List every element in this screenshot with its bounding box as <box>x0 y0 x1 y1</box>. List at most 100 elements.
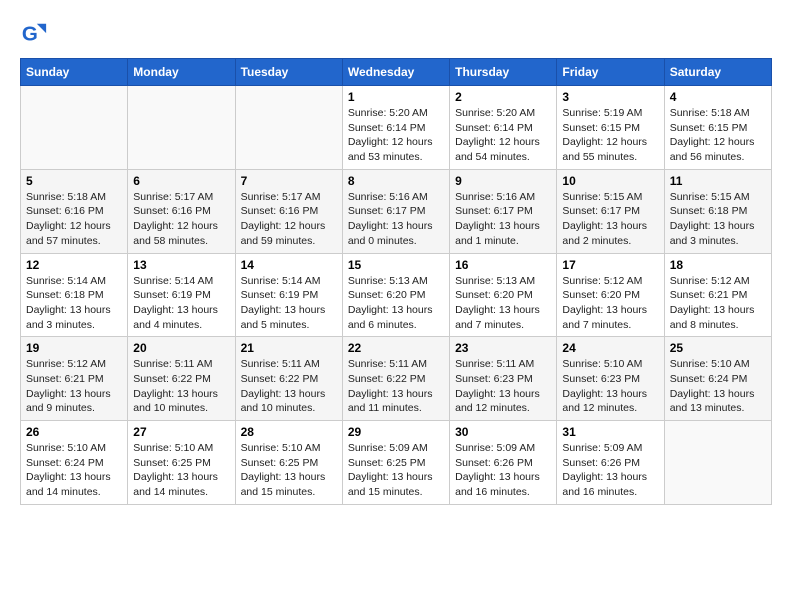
calendar-cell: 26 Sunrise: 5:10 AM Sunset: 6:24 PM Dayli… <box>21 421 128 505</box>
day-number: 7 <box>241 174 337 188</box>
calendar-cell: 29Sunrise: 5:09 AM Sunset: 6:25 PM Dayli… <box>342 421 449 505</box>
calendar-cell: 22 Sunrise: 5:11 AM Sunset: 6:22 PM Dayli… <box>342 337 449 421</box>
calendar-week-row: 26 Sunrise: 5:10 AM Sunset: 6:24 PM Dayli… <box>21 421 772 505</box>
calendar-cell: 15 Sunrise: 5:13 AM Sunset: 6:20 PM Dayli… <box>342 253 449 337</box>
calendar-cell: 31 Sunrise: 5:09 AM Sunset: 6:26 PM Dayli… <box>557 421 664 505</box>
day-number: 27 <box>133 425 229 439</box>
day-number: 26 <box>26 425 122 439</box>
day-info: Sunrise: 5:14 AM Sunset: 6:19 PM Dayligh… <box>133 274 229 333</box>
calendar-cell: 1 Sunrise: 5:20 AM Sunset: 6:14 PM Daylig… <box>342 86 449 170</box>
svg-text:G: G <box>22 23 38 46</box>
calendar-cell: 23 Sunrise: 5:11 AM Sunset: 6:23 PM Dayli… <box>450 337 557 421</box>
day-info: Sunrise: 5:11 AM Sunset: 6:22 PM Dayligh… <box>241 357 337 416</box>
day-info: Sunrise: 5:18 AM Sunset: 6:16 PM Dayligh… <box>26 190 122 249</box>
calendar-cell: 19 Sunrise: 5:12 AM Sunset: 6:21 PM Dayli… <box>21 337 128 421</box>
day-info: Sunrise: 5:15 AM Sunset: 6:18 PM Dayligh… <box>670 190 766 249</box>
calendar-cell: 10 Sunrise: 5:15 AM Sunset: 6:17 PM Dayli… <box>557 169 664 253</box>
day-number: 9 <box>455 174 551 188</box>
day-header-wednesday: Wednesday <box>342 59 449 86</box>
day-info: Sunrise: 5:12 AM Sunset: 6:21 PM Dayligh… <box>26 357 122 416</box>
day-header-tuesday: Tuesday <box>235 59 342 86</box>
day-info: Sunrise: 5:12 AM Sunset: 6:21 PM Dayligh… <box>670 274 766 333</box>
day-number: 10 <box>562 174 658 188</box>
calendar-cell: 11 Sunrise: 5:15 AM Sunset: 6:18 PM Dayli… <box>664 169 771 253</box>
day-info: Sunrise: 5:10 AM Sunset: 6:23 PM Dayligh… <box>562 357 658 416</box>
day-number: 4 <box>670 90 766 104</box>
day-number: 3 <box>562 90 658 104</box>
day-number: 19 <box>26 341 122 355</box>
calendar-cell: 25 Sunrise: 5:10 AM Sunset: 6:24 PM Dayli… <box>664 337 771 421</box>
day-info: Sunrise: 5:17 AM Sunset: 6:16 PM Dayligh… <box>133 190 229 249</box>
day-number: 16 <box>455 258 551 272</box>
calendar-cell: 9Sunrise: 5:16 AM Sunset: 6:17 PM Daylig… <box>450 169 557 253</box>
calendar-cell <box>128 86 235 170</box>
day-info: Sunrise: 5:09 AM Sunset: 6:26 PM Dayligh… <box>562 441 658 500</box>
page-header: G <box>20 20 772 48</box>
calendar-cell: 30 Sunrise: 5:09 AM Sunset: 6:26 PM Dayli… <box>450 421 557 505</box>
day-info: Sunrise: 5:10 AM Sunset: 6:24 PM Dayligh… <box>670 357 766 416</box>
day-number: 14 <box>241 258 337 272</box>
calendar-cell: 4Sunrise: 5:18 AM Sunset: 6:15 PM Daylig… <box>664 86 771 170</box>
day-info: Sunrise: 5:13 AM Sunset: 6:20 PM Dayligh… <box>455 274 551 333</box>
day-info: Sunrise: 5:17 AM Sunset: 6:16 PM Dayligh… <box>241 190 337 249</box>
day-number: 1 <box>348 90 444 104</box>
calendar-cell <box>664 421 771 505</box>
day-header-thursday: Thursday <box>450 59 557 86</box>
calendar-cell: 20Sunrise: 5:11 AM Sunset: 6:22 PM Dayli… <box>128 337 235 421</box>
calendar-cell: 3 Sunrise: 5:19 AM Sunset: 6:15 PM Daylig… <box>557 86 664 170</box>
calendar-cell: 16 Sunrise: 5:13 AM Sunset: 6:20 PM Dayli… <box>450 253 557 337</box>
calendar-cell: 5 Sunrise: 5:18 AM Sunset: 6:16 PM Daylig… <box>21 169 128 253</box>
day-number: 17 <box>562 258 658 272</box>
day-info: Sunrise: 5:10 AM Sunset: 6:24 PM Dayligh… <box>26 441 122 500</box>
day-number: 6 <box>133 174 229 188</box>
day-number: 28 <box>241 425 337 439</box>
day-info: Sunrise: 5:11 AM Sunset: 6:22 PM Dayligh… <box>133 357 229 416</box>
day-info: Sunrise: 5:19 AM Sunset: 6:15 PM Dayligh… <box>562 106 658 165</box>
day-number: 22 <box>348 341 444 355</box>
calendar-cell: 17 Sunrise: 5:12 AM Sunset: 6:20 PM Dayli… <box>557 253 664 337</box>
day-number: 8 <box>348 174 444 188</box>
calendar-cell <box>235 86 342 170</box>
day-number: 11 <box>670 174 766 188</box>
calendar-cell: 27Sunrise: 5:10 AM Sunset: 6:25 PM Dayli… <box>128 421 235 505</box>
calendar-cell: 13 Sunrise: 5:14 AM Sunset: 6:19 PM Dayli… <box>128 253 235 337</box>
day-number: 29 <box>348 425 444 439</box>
calendar-week-row: 19 Sunrise: 5:12 AM Sunset: 6:21 PM Dayli… <box>21 337 772 421</box>
day-number: 2 <box>455 90 551 104</box>
day-number: 24 <box>562 341 658 355</box>
calendar-cell: 28 Sunrise: 5:10 AM Sunset: 6:25 PM Dayli… <box>235 421 342 505</box>
day-header-sunday: Sunday <box>21 59 128 86</box>
day-info: Sunrise: 5:09 AM Sunset: 6:26 PM Dayligh… <box>455 441 551 500</box>
calendar-cell: 24 Sunrise: 5:10 AM Sunset: 6:23 PM Dayli… <box>557 337 664 421</box>
day-header-saturday: Saturday <box>664 59 771 86</box>
day-number: 15 <box>348 258 444 272</box>
calendar-cell: 6 Sunrise: 5:17 AM Sunset: 6:16 PM Daylig… <box>128 169 235 253</box>
day-info: Sunrise: 5:20 AM Sunset: 6:14 PM Dayligh… <box>455 106 551 165</box>
day-info: Sunrise: 5:12 AM Sunset: 6:20 PM Dayligh… <box>562 274 658 333</box>
calendar-cell: 2 Sunrise: 5:20 AM Sunset: 6:14 PM Daylig… <box>450 86 557 170</box>
calendar-week-row: 1 Sunrise: 5:20 AM Sunset: 6:14 PM Daylig… <box>21 86 772 170</box>
calendar-cell: 18 Sunrise: 5:12 AM Sunset: 6:21 PM Dayli… <box>664 253 771 337</box>
day-number: 23 <box>455 341 551 355</box>
day-info: Sunrise: 5:11 AM Sunset: 6:23 PM Dayligh… <box>455 357 551 416</box>
day-info: Sunrise: 5:20 AM Sunset: 6:14 PM Dayligh… <box>348 106 444 165</box>
day-number: 21 <box>241 341 337 355</box>
calendar-cell: 8 Sunrise: 5:16 AM Sunset: 6:17 PM Daylig… <box>342 169 449 253</box>
day-number: 5 <box>26 174 122 188</box>
day-info: Sunrise: 5:10 AM Sunset: 6:25 PM Dayligh… <box>241 441 337 500</box>
day-number: 31 <box>562 425 658 439</box>
day-info: Sunrise: 5:13 AM Sunset: 6:20 PM Dayligh… <box>348 274 444 333</box>
day-number: 30 <box>455 425 551 439</box>
day-info: Sunrise: 5:15 AM Sunset: 6:17 PM Dayligh… <box>562 190 658 249</box>
day-info: Sunrise: 5:16 AM Sunset: 6:17 PM Dayligh… <box>348 190 444 249</box>
day-number: 13 <box>133 258 229 272</box>
calendar-table: SundayMondayTuesdayWednesdayThursdayFrid… <box>20 58 772 505</box>
day-number: 18 <box>670 258 766 272</box>
day-number: 25 <box>670 341 766 355</box>
logo: G <box>20 20 52 48</box>
day-info: Sunrise: 5:11 AM Sunset: 6:22 PM Dayligh… <box>348 357 444 416</box>
day-info: Sunrise: 5:14 AM Sunset: 6:18 PM Dayligh… <box>26 274 122 333</box>
calendar-cell: 14Sunrise: 5:14 AM Sunset: 6:19 PM Dayli… <box>235 253 342 337</box>
calendar-week-row: 12Sunrise: 5:14 AM Sunset: 6:18 PM Dayli… <box>21 253 772 337</box>
calendar-week-row: 5 Sunrise: 5:18 AM Sunset: 6:16 PM Daylig… <box>21 169 772 253</box>
